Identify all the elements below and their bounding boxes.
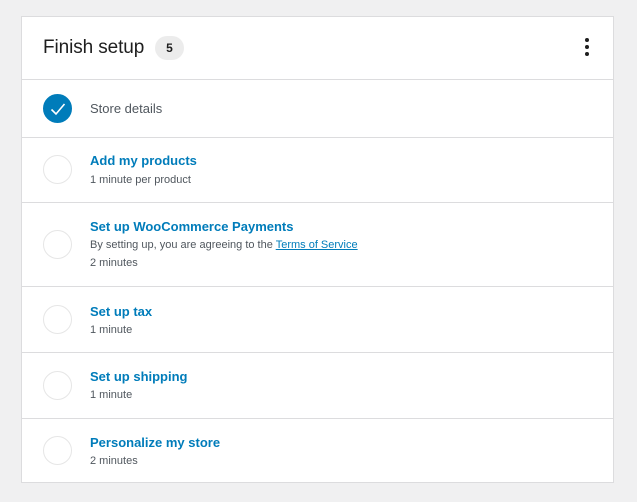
task-item-set-up-shipping[interactable]: Set up shipping 1 minute [22,353,613,419]
task-title: Store details [90,101,163,116]
task-time: 2 minutes [90,455,138,467]
task-status-circle-icon [43,371,72,400]
task-item-store-details[interactable]: Store details [22,79,613,138]
task-item-personalize-store[interactable]: Personalize my store 2 minutes [22,419,613,482]
card-title: Finish setup [43,37,145,58]
setup-card: Finish setup 5 Store details Add my prod… [21,16,614,483]
task-status-circle-icon [43,436,72,465]
task-title: Set up shipping [90,369,188,384]
task-title: Personalize my store [90,435,221,450]
task-description-text: By setting up, you are agreeing to the [90,239,276,251]
task-status-circle-icon [43,305,72,334]
checkmark-icon [43,94,72,123]
task-status-circle-icon [43,230,72,259]
task-time: 1 minute [90,389,133,401]
task-title: Set up tax [90,304,153,319]
task-description: By setting up, you are agreeing to the T… [90,239,358,251]
remaining-tasks-badge: 5 [155,36,184,60]
task-time: 2 minutes [90,257,138,269]
task-title: Set up WooCommerce Payments [90,219,294,234]
task-item-add-products[interactable]: Add my products 1 minute per product [22,138,613,203]
task-item-set-up-tax[interactable]: Set up tax 1 minute [22,287,613,353]
task-status-circle-icon [43,155,72,184]
task-time: 1 minute per product [90,174,191,186]
ellipsis-vertical-icon[interactable] [578,35,596,59]
task-item-woocommerce-payments[interactable]: Set up WooCommerce Payments By setting u… [22,203,613,287]
task-time: 1 minute [90,324,133,336]
terms-of-service-link[interactable]: Terms of Service [276,239,358,251]
task-title: Add my products [90,153,197,168]
card-header: Finish setup 5 [22,17,613,80]
